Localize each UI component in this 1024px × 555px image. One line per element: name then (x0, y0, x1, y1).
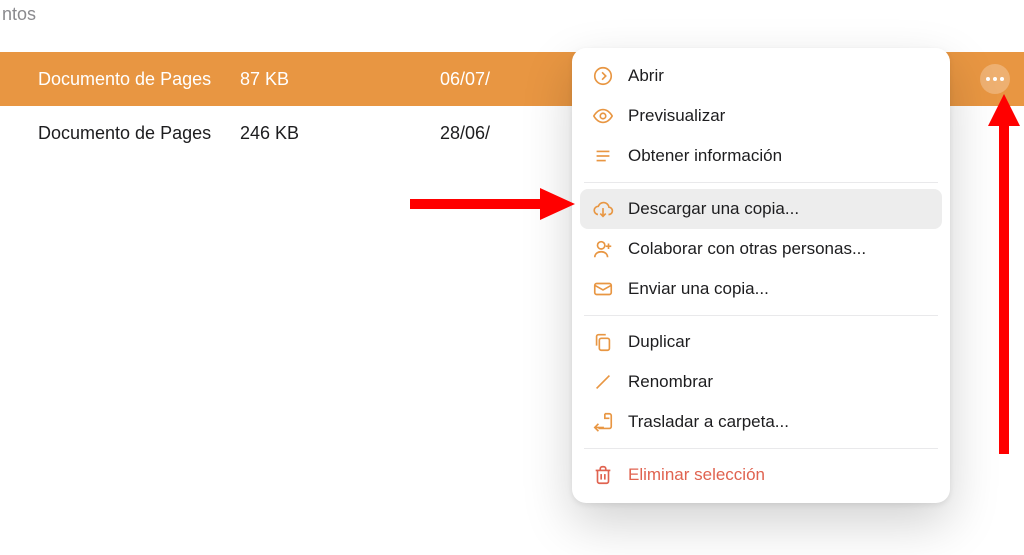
menu-item-label: Abrir (628, 66, 664, 86)
menu-item-label: Eliminar selección (628, 465, 765, 485)
annotation-arrow-left (410, 184, 575, 224)
menu-open[interactable]: Abrir (580, 56, 942, 96)
list-icon (592, 145, 614, 167)
trash-icon (592, 464, 614, 486)
file-size: 87 KB (240, 69, 440, 90)
menu-separator (584, 448, 938, 449)
chevron-right-circle-icon (592, 65, 614, 87)
menu-preview[interactable]: Previsualizar (580, 96, 942, 136)
duplicate-icon (592, 331, 614, 353)
breadcrumb-fragment: ntos (0, 4, 36, 25)
file-name: Documento de Pages (0, 123, 240, 144)
menu-item-label: Obtener información (628, 146, 782, 166)
eye-icon (592, 105, 614, 127)
menu-item-label: Colaborar con otras personas... (628, 239, 866, 259)
cloud-download-icon (592, 198, 614, 220)
menu-item-label: Duplicar (628, 332, 690, 352)
ellipsis-icon (986, 77, 990, 81)
menu-download-copy[interactable]: Descargar una copia... (580, 189, 942, 229)
menu-item-label: Trasladar a carpeta... (628, 412, 789, 432)
menu-separator (584, 182, 938, 183)
menu-collaborate[interactable]: Colaborar con otras personas... (580, 229, 942, 269)
menu-get-info[interactable]: Obtener información (580, 136, 942, 176)
menu-rename[interactable]: Renombrar (580, 362, 942, 402)
menu-delete[interactable]: Eliminar selección (580, 455, 942, 495)
pencil-icon (592, 371, 614, 393)
menu-send-copy[interactable]: Enviar una copia... (580, 269, 942, 309)
folder-move-icon (592, 411, 614, 433)
menu-duplicate[interactable]: Duplicar (580, 322, 942, 362)
file-name: Documento de Pages (0, 69, 240, 90)
menu-move-to-folder[interactable]: Trasladar a carpeta... (580, 402, 942, 442)
more-actions-button[interactable] (980, 64, 1010, 94)
context-menu: Abrir Previsualizar Obtener información (572, 48, 950, 503)
mail-icon (592, 278, 614, 300)
menu-separator (584, 315, 938, 316)
menu-item-label: Previsualizar (628, 106, 725, 126)
person-add-icon (592, 238, 614, 260)
menu-item-label: Descargar una copia... (628, 199, 799, 219)
file-size: 246 KB (240, 123, 440, 144)
menu-item-label: Enviar una copia... (628, 279, 769, 299)
menu-item-label: Renombrar (628, 372, 713, 392)
